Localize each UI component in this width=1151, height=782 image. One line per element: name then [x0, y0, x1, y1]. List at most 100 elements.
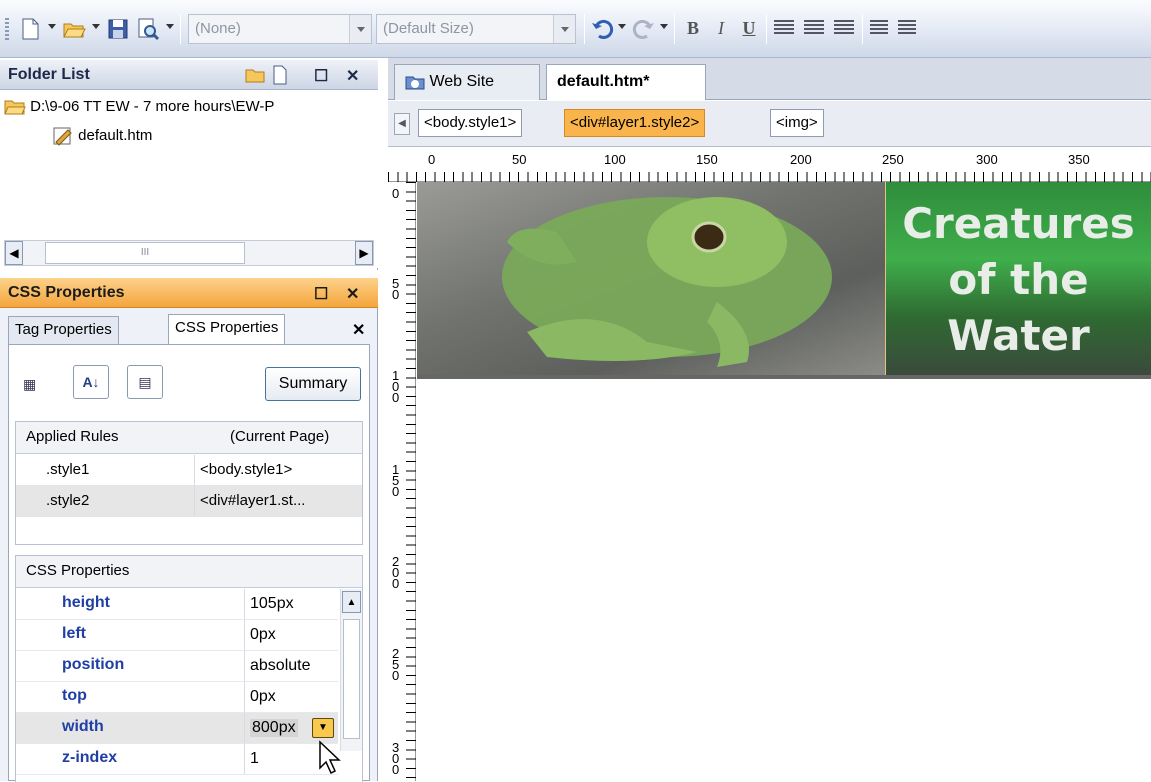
banner-title-line: Creatures — [902, 199, 1135, 248]
align-center-icon[interactable] — [804, 20, 824, 36]
open-dropdown-arrow[interactable] — [92, 24, 100, 29]
folder-list-panel: Folder List ☐ ✕ D:\9-06 TT EW - 7 more h… — [0, 60, 378, 270]
property-row-top[interactable]: top 0px — [16, 682, 338, 713]
tag-body[interactable]: <body.style1> — [418, 109, 523, 137]
property-name: position — [62, 656, 125, 673]
align-left-icon[interactable] — [774, 20, 794, 36]
ruler-label: 200 — [392, 554, 400, 591]
preview-icon[interactable] — [136, 17, 160, 41]
maximize-icon[interactable]: ☐ — [314, 66, 328, 86]
ruler-label: 0 — [428, 152, 436, 167]
style-combo[interactable]: (None) — [188, 14, 372, 44]
design-view-canvas[interactable]: Creatures of the Water — [417, 182, 1151, 781]
tag-scroll-left-button[interactable]: ◀ — [394, 113, 410, 135]
scroll-left-button[interactable]: ◀ — [5, 241, 23, 265]
property-row-left[interactable]: left 0px — [16, 620, 338, 651]
font-size-combo-value: (Default Size) — [383, 20, 474, 37]
ruler-label: 50 — [512, 152, 527, 167]
rule-row[interactable]: .style1 <body.style1> — [16, 455, 362, 486]
chevron-down-icon: ▼ — [318, 722, 328, 733]
css-properties-header: CSS Properties ☐ ✕ — [0, 278, 378, 308]
horizontal-scrollbar[interactable]: ◀ III ▶ — [4, 240, 374, 266]
toolbar-grip[interactable] — [5, 18, 9, 42]
ruler-label: 100 — [604, 152, 626, 167]
property-value: 1 — [250, 750, 259, 767]
undo-icon[interactable] — [590, 17, 614, 41]
categorized-view-icon[interactable]: ▦ — [23, 367, 55, 401]
css-panel-title: CSS Properties — [8, 284, 125, 301]
save-icon[interactable] — [106, 17, 130, 41]
undo-dropdown-arrow[interactable] — [618, 24, 626, 29]
tab-label: Web Site — [429, 73, 495, 90]
close-icon[interactable]: ✕ — [346, 66, 359, 86]
maximize-icon[interactable]: ☐ — [314, 284, 328, 304]
property-value-input[interactable]: 800px — [250, 719, 298, 737]
align-right-icon[interactable] — [834, 20, 854, 36]
show-set-properties-icon[interactable]: ▤ — [127, 365, 163, 399]
numbered-list-icon[interactable] — [870, 20, 888, 36]
folder-tree-root[interactable]: D:\9-06 TT EW - 7 more hours\EW-P — [4, 98, 376, 124]
applied-rules-header: Applied Rules (Current Page) — [16, 422, 362, 454]
property-row-width[interactable]: width 800px ▼ — [16, 713, 338, 744]
italic-button[interactable]: I — [708, 14, 734, 42]
property-row-z-index[interactable]: z-index 1 — [16, 744, 338, 775]
css-properties-grid-header: CSS Properties — [16, 556, 362, 588]
property-name: z-index — [62, 749, 118, 766]
scroll-right-button[interactable]: ▶ — [355, 241, 373, 265]
ruler-label: 350 — [1068, 152, 1090, 167]
close-icon[interactable]: ✕ — [346, 284, 359, 304]
html-file-icon — [53, 127, 72, 146]
tab-web-site[interactable]: Web Site — [394, 64, 540, 100]
applied-rules-grid: Applied Rules (Current Page) .style1 <bo… — [15, 421, 363, 545]
formatting-toolbar: (None) (Default Size) B I U — [0, 0, 1151, 58]
bulleted-list-icon[interactable] — [898, 20, 916, 36]
underline-button[interactable]: U — [736, 14, 762, 42]
new-page-icon[interactable] — [272, 65, 288, 85]
toolbar-separator — [766, 14, 767, 44]
style-combo-arrow[interactable] — [349, 15, 371, 43]
rule-target: <body.style1> — [200, 461, 293, 478]
new-dropdown-arrow[interactable] — [48, 24, 56, 29]
vertical-scrollbar[interactable]: ▲ — [340, 589, 362, 751]
frog-photo-image[interactable] — [417, 182, 885, 375]
font-size-combo-arrow[interactable] — [553, 15, 575, 43]
redo-icon[interactable] — [632, 17, 656, 41]
bold-button[interactable]: B — [680, 14, 706, 42]
value-dropdown-button[interactable]: ▼ — [312, 718, 334, 738]
file-name-label: default.htm — [78, 126, 153, 144]
sort-alphabetical-icon[interactable]: A↓ — [73, 365, 109, 399]
scroll-up-button[interactable]: ▲ — [342, 591, 361, 613]
scroll-thumb[interactable] — [343, 619, 360, 739]
close-tab-icon[interactable]: ✕ — [352, 320, 365, 340]
scroll-thumb[interactable]: III — [45, 242, 245, 264]
ruler-label: 250 — [882, 152, 904, 167]
tab-tag-properties[interactable]: Tag Properties — [8, 316, 119, 344]
banner-heading: Creatures of the Water — [885, 182, 1151, 375]
css-properties-grid: CSS Properties height 105px left 0px pos… — [15, 555, 363, 782]
property-row-position[interactable]: position absolute — [16, 651, 338, 682]
preview-dropdown-arrow[interactable] — [166, 24, 174, 29]
new-page-icon[interactable] — [18, 17, 42, 41]
toolbar-separator — [180, 14, 181, 44]
tag-img[interactable]: <img> — [770, 109, 824, 137]
banner-title-line: Water — [947, 311, 1090, 360]
tab-label: default.htm* — [557, 73, 650, 90]
open-folder-icon[interactable] — [62, 17, 86, 41]
tab-default-htm[interactable]: default.htm* — [546, 64, 706, 100]
tag-div-layer1[interactable]: <div#layer1.style2> — [564, 109, 706, 137]
applied-rules-scope: (Current Page) — [230, 428, 330, 445]
rule-row-selected[interactable]: .style2 <div#layer1.st... — [16, 486, 362, 517]
folder-icon[interactable] — [245, 67, 265, 83]
toolbar-separator — [584, 14, 585, 44]
rule-target: <div#layer1.st... — [200, 492, 306, 509]
property-row-height[interactable]: height 105px — [16, 589, 338, 620]
tab-css-properties[interactable]: CSS Properties — [168, 314, 286, 344]
horizontal-ruler: 0 50 100 150 200 250 300 350 — [388, 148, 1151, 182]
folder-list-header: Folder List ☐ ✕ — [0, 60, 378, 90]
ruler-label: 0 — [392, 186, 400, 201]
summary-button[interactable]: Summary — [265, 367, 361, 401]
redo-dropdown-arrow[interactable] — [660, 24, 668, 29]
file-item-default-htm[interactable]: default.htm — [52, 126, 152, 152]
folder-path-label: D:\9-06 TT EW - 7 more hours\EW-P — [30, 98, 275, 115]
font-size-combo[interactable]: (Default Size) — [376, 14, 576, 44]
